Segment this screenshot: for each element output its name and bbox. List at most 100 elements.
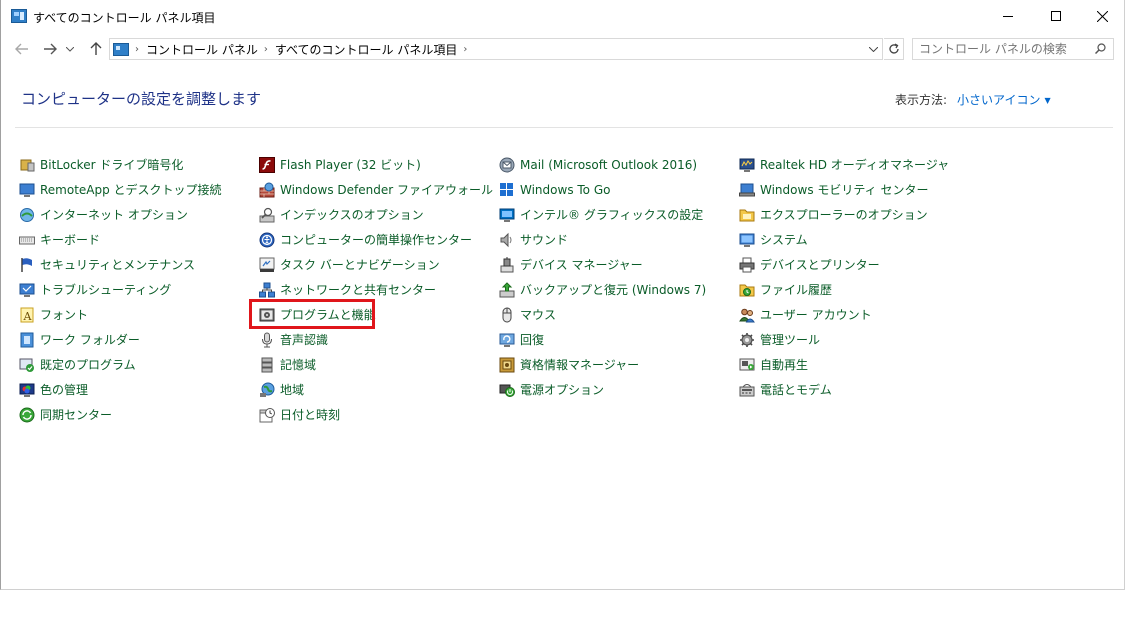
control-panel-item[interactable]: BitLocker ドライブ暗号化 [19, 152, 222, 177]
minimize-button[interactable] [985, 0, 1031, 32]
recent-locations-button[interactable] [63, 38, 77, 60]
control-panel-item-label[interactable]: 管理ツール [760, 331, 820, 348]
control-panel-item[interactable]: Mail (Microsoft Outlook 2016) [499, 152, 706, 177]
control-panel-item-label[interactable]: 日付と時刻 [280, 406, 340, 423]
control-panel-item-label[interactable]: インテル® グラフィックスの設定 [520, 206, 703, 223]
control-panel-item[interactable]: タスク バーとナビゲーション [259, 252, 493, 277]
control-panel-item[interactable]: 日付と時刻 [259, 402, 493, 427]
close-button[interactable] [1079, 0, 1125, 32]
control-panel-item[interactable]: A フォント [19, 302, 222, 327]
control-panel-item-label[interactable]: 既定のプログラム [40, 356, 136, 373]
control-panel-item-label[interactable]: バックアップと復元 (Windows 7) [520, 281, 706, 298]
control-panel-item[interactable]: インターネット オプション [19, 202, 222, 227]
control-panel-item[interactable]: 既定のプログラム [19, 352, 222, 377]
control-panel-item[interactable]: 地域 [259, 377, 493, 402]
control-panel-item[interactable]: Realtek HD オーディオマネージャ [739, 152, 949, 177]
control-panel-item[interactable]: 記憶域 [259, 352, 493, 377]
up-button[interactable] [85, 38, 107, 60]
control-panel-item[interactable]: ファイル履歴 [739, 277, 949, 302]
control-panel-item[interactable]: 管理ツール [739, 327, 949, 352]
control-panel-item-label[interactable]: フォント [40, 306, 88, 323]
control-panel-item[interactable]: デバイス マネージャー [499, 252, 706, 277]
control-panel-item-label[interactable]: Realtek HD オーディオマネージャ [760, 156, 949, 173]
back-button[interactable] [11, 38, 33, 60]
control-panel-item[interactable]: インテル® グラフィックスの設定 [499, 202, 706, 227]
control-panel-item-label[interactable]: Mail (Microsoft Outlook 2016) [520, 158, 697, 172]
control-panel-item[interactable]: キーボード [19, 227, 222, 252]
refresh-button[interactable] [884, 38, 904, 60]
control-panel-item[interactable]: トラブルシューティング [19, 277, 222, 302]
search-input[interactable] [919, 40, 1089, 58]
control-panel-item[interactable]: Windows Defender ファイアウォール [259, 177, 493, 202]
breadcrumb-control-panel[interactable]: コントロール パネル [146, 41, 258, 58]
control-panel-item-label[interactable]: トラブルシューティング [40, 281, 171, 298]
control-panel-item[interactable]: Windows モビリティ センター [739, 177, 949, 202]
control-panel-item-label[interactable]: デバイス マネージャー [520, 256, 643, 273]
control-panel-item-label[interactable]: セキュリティとメンテナンス [40, 256, 195, 273]
control-panel-item[interactable]: サウンド [499, 227, 706, 252]
control-panel-item-label[interactable]: ネットワークと共有センター [280, 281, 436, 298]
control-panel-item-label[interactable]: システム [760, 231, 808, 248]
maximize-button[interactable] [1033, 0, 1079, 32]
control-panel-item-label[interactable]: Windows Defender ファイアウォール [280, 181, 493, 198]
control-panel-item[interactable]: エクスプローラーのオプション [739, 202, 949, 227]
search-icon[interactable] [1095, 43, 1106, 54]
control-panel-item-label[interactable]: 自動再生 [760, 356, 808, 373]
control-panel-item[interactable]: バックアップと復元 (Windows 7) [499, 277, 706, 302]
control-panel-item-label[interactable]: 回復 [520, 331, 544, 348]
control-panel-item[interactable]: 音声認識 [259, 327, 493, 352]
control-panel-item[interactable]: 自動再生 [739, 352, 949, 377]
caret-down-icon[interactable]: ▼ [1044, 96, 1050, 105]
view-by-dropdown[interactable]: 小さいアイコン [957, 93, 1040, 107]
control-panel-item-label[interactable]: 音声認識 [280, 331, 328, 348]
control-panel-item-label[interactable]: 資格情報マネージャー [520, 356, 639, 373]
control-panel-item-label[interactable]: キーボード [40, 231, 100, 248]
control-panel-item-label[interactable]: 電話とモデム [760, 381, 832, 398]
control-panel-item-label[interactable]: 電源オプション [520, 381, 604, 398]
control-panel-item-label[interactable]: Windows To Go [520, 183, 610, 197]
control-panel-item-label[interactable]: Flash Player (32 ビット) [280, 156, 421, 173]
address-bar[interactable]: › コントロール パネル › すべてのコントロール パネル項目 › [109, 38, 883, 60]
control-panel-item[interactable]: コンピューターの簡単操作センター [259, 227, 493, 252]
chevron-right-icon[interactable]: › [264, 44, 268, 55]
control-panel-item-label[interactable]: デバイスとプリンター [760, 256, 880, 273]
address-dropdown-button[interactable] [864, 39, 882, 59]
control-panel-item[interactable]: ユーザー アカウント [739, 302, 949, 327]
control-panel-item[interactable]: システム [739, 227, 949, 252]
chevron-right-icon[interactable]: › [135, 44, 139, 55]
control-panel-item[interactable]: 電源オプション [499, 377, 706, 402]
control-panel-item[interactable]: 色の管理 [19, 377, 222, 402]
control-panel-item-label[interactable]: 色の管理 [40, 381, 88, 398]
control-panel-item-label[interactable]: ワーク フォルダー [40, 331, 140, 348]
control-panel-item-label[interactable]: 地域 [280, 381, 304, 398]
control-panel-item[interactable]: Flash Player (32 ビット) [259, 152, 493, 177]
breadcrumb-all-items[interactable]: すべてのコントロール パネル項目 [275, 41, 458, 58]
control-panel-item[interactable]: 同期センター [19, 402, 222, 427]
control-panel-item-label[interactable]: マウス [520, 306, 556, 323]
title-bar[interactable]: すべてのコントロール パネル項目 [1, 0, 1124, 32]
control-panel-item[interactable]: 資格情報マネージャー [499, 352, 706, 377]
control-panel-item-label[interactable]: ユーザー アカウント [760, 306, 872, 323]
control-panel-item-label[interactable]: コンピューターの簡単操作センター [280, 231, 472, 248]
control-panel-item[interactable]: Windows To Go [499, 177, 706, 202]
control-panel-item[interactable]: RemoteApp とデスクトップ接続 [19, 177, 222, 202]
control-panel-item[interactable]: インデックスのオプション [259, 202, 493, 227]
control-panel-item[interactable]: 回復 [499, 327, 706, 352]
control-panel-item-label[interactable]: 同期センター [40, 406, 112, 423]
control-panel-item-label[interactable]: Windows モビリティ センター [760, 181, 928, 198]
control-panel-item-label[interactable]: エクスプローラーのオプション [760, 206, 928, 223]
control-panel-item-label[interactable]: BitLocker ドライブ暗号化 [40, 156, 183, 173]
control-panel-item[interactable]: 電話とモデム [739, 377, 949, 402]
control-panel-item-label[interactable]: 記憶域 [280, 356, 316, 373]
control-panel-item-label[interactable]: インデックスのオプション [280, 206, 424, 223]
forward-button[interactable] [39, 38, 61, 60]
control-panel-item-label[interactable]: タスク バーとナビゲーション [280, 256, 440, 273]
control-panel-item-label[interactable]: RemoteApp とデスクトップ接続 [40, 181, 222, 198]
control-panel-item[interactable]: デバイスとプリンター [739, 252, 949, 277]
control-panel-item[interactable]: ワーク フォルダー [19, 327, 222, 352]
control-panel-item-label[interactable]: インターネット オプション [40, 206, 188, 223]
control-panel-item[interactable]: セキュリティとメンテナンス [19, 252, 222, 277]
chevron-right-icon[interactable]: › [463, 44, 467, 55]
control-panel-item-label[interactable]: ファイル履歴 [760, 281, 832, 298]
control-panel-item-label[interactable]: サウンド [520, 231, 568, 248]
